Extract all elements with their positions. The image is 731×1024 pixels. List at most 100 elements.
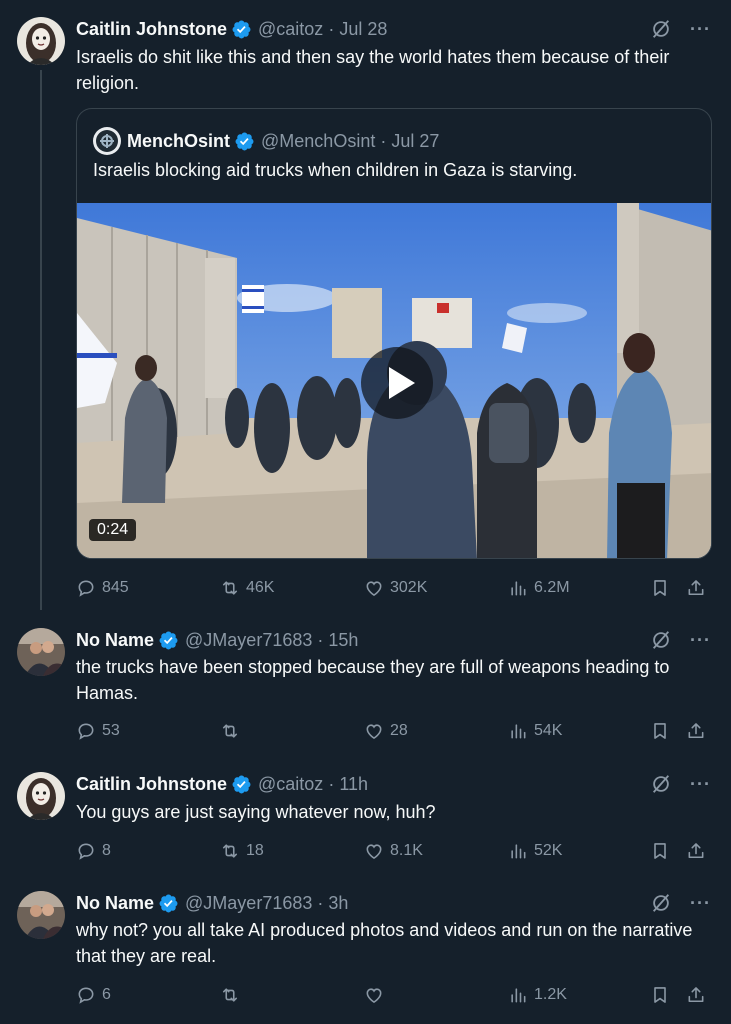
separator: · [380, 130, 387, 151]
views-button[interactable]: 52K [508, 839, 562, 863]
views-button[interactable]: 6.2M [508, 576, 570, 600]
reply-button[interactable]: 8 [76, 839, 111, 863]
avatar[interactable] [17, 628, 65, 676]
quote-timestamp[interactable]: Jul 27 [391, 131, 439, 152]
views-count: 1.2K [534, 986, 567, 1003]
tweet-text: Israelis do shit like this and then say … [76, 47, 670, 93]
video-player[interactable]: 0:24 [77, 203, 711, 558]
share-icon [686, 721, 706, 741]
bookmark-icon [650, 841, 670, 861]
tweet-header: Caitlin Johnstone @caitoz · Jul 28 ··· [76, 18, 711, 40]
tweet-actions: 845 46K 302K 6.2M [76, 576, 717, 600]
separator: · [328, 773, 335, 794]
avatar[interactable] [17, 17, 65, 65]
like-count: 8.1K [390, 842, 423, 859]
like-icon [364, 841, 384, 861]
tweet-text: You guys are just saying whatever now, h… [76, 802, 436, 822]
bookmark-button[interactable] [650, 839, 670, 863]
reply-button[interactable]: 6 [76, 983, 111, 1007]
handle[interactable]: @caitoz [258, 774, 323, 795]
repost-button[interactable]: 46K [220, 576, 274, 600]
more-icon[interactable]: ··· [690, 774, 711, 795]
reply-button[interactable]: 845 [76, 576, 129, 600]
timestamp[interactable]: 11h [339, 774, 368, 795]
views-count: 54K [534, 722, 563, 739]
share-icon [686, 985, 706, 1005]
tweet-header: No Name @JMayer71683 · 3h ··· [76, 892, 711, 914]
share-button[interactable] [686, 839, 706, 863]
like-icon [364, 578, 384, 598]
timestamp[interactable]: 3h [328, 893, 348, 914]
avatar[interactable] [17, 891, 65, 939]
tweet-3[interactable]: Caitlin Johnstone @caitoz · 11h ··· You … [0, 759, 731, 879]
views-icon [508, 985, 528, 1005]
repost-icon [220, 841, 240, 861]
bookmark-icon [650, 578, 670, 598]
repost-icon [220, 578, 240, 598]
grok-icon[interactable] [650, 18, 672, 40]
more-icon[interactable]: ··· [690, 893, 711, 914]
repost-button[interactable] [220, 719, 246, 743]
reply-button[interactable]: 53 [76, 719, 120, 743]
views-button[interactable]: 1.2K [508, 983, 567, 1007]
timestamp[interactable]: Jul 28 [339, 19, 387, 40]
avatar[interactable] [17, 772, 65, 820]
like-button[interactable]: 8.1K [364, 839, 423, 863]
verified-badge-icon [231, 19, 252, 40]
quote-header: MenchOsint @MenchOsint · Jul 27 [93, 127, 439, 155]
share-button[interactable] [686, 719, 706, 743]
like-button[interactable] [364, 983, 390, 1007]
quote-text: Israelis blocking aid trucks when childr… [93, 160, 578, 180]
views-icon [508, 578, 528, 598]
tweet-1[interactable]: Caitlin Johnstone @caitoz · Jul 28 ··· I… [0, 0, 731, 614]
tweet-4[interactable]: No Name @JMayer71683 · 3h ··· why not? y… [0, 879, 731, 1024]
grok-icon[interactable] [650, 892, 672, 914]
separator: · [317, 892, 324, 913]
grok-icon[interactable] [650, 773, 672, 795]
display-name[interactable]: Caitlin Johnstone [76, 774, 227, 795]
share-button[interactable] [686, 576, 706, 600]
video-duration: 0:24 [89, 519, 137, 541]
views-button[interactable]: 54K [508, 719, 562, 743]
bookmark-button[interactable] [650, 576, 670, 600]
share-button[interactable] [686, 983, 706, 1007]
quoted-tweet[interactable]: MenchOsint @MenchOsint · Jul 27 Israelis… [76, 108, 712, 559]
repost-button[interactable]: 18 [220, 839, 264, 863]
quote-avatar[interactable] [93, 127, 121, 155]
more-icon[interactable]: ··· [690, 630, 711, 651]
like-icon [364, 985, 384, 1005]
like-button[interactable]: 28 [364, 719, 408, 743]
reply-count: 8 [102, 842, 111, 859]
views-icon [508, 721, 528, 741]
like-button[interactable]: 302K [364, 576, 427, 600]
play-icon[interactable] [361, 347, 433, 419]
tweet-header: Caitlin Johnstone @caitoz · 11h ··· [76, 773, 711, 795]
verified-badge-icon [158, 893, 179, 914]
display-name[interactable]: Caitlin Johnstone [76, 19, 227, 40]
display-name[interactable]: No Name [76, 893, 154, 914]
timestamp[interactable]: 15h [328, 630, 358, 651]
separator: · [328, 18, 335, 39]
handle[interactable]: @JMayer71683 [185, 630, 312, 651]
reply-count: 53 [102, 722, 120, 739]
more-icon[interactable]: ··· [690, 19, 711, 40]
handle[interactable]: @JMayer71683 [185, 893, 312, 914]
bookmark-icon [650, 985, 670, 1005]
views-count: 6.2M [534, 579, 570, 596]
quote-handle[interactable]: @MenchOsint [261, 131, 375, 152]
bookmark-button[interactable] [650, 719, 670, 743]
like-icon [364, 721, 384, 741]
bookmark-button[interactable] [650, 983, 670, 1007]
handle[interactable]: @caitoz [258, 19, 323, 40]
repost-button[interactable] [220, 983, 246, 1007]
grok-icon[interactable] [650, 629, 672, 651]
repost-count: 18 [246, 842, 264, 859]
quote-display-name[interactable]: MenchOsint [127, 131, 230, 152]
tweet-2[interactable]: No Name @JMayer71683 · 15h ··· the truck… [0, 614, 731, 759]
display-name[interactable]: No Name [76, 630, 154, 651]
tweet-header: No Name @JMayer71683 · 15h ··· [76, 629, 711, 651]
tweet-text: why not? you all take AI produced photos… [76, 920, 693, 966]
bookmark-icon [650, 721, 670, 741]
tweet-actions: 6 1.2K [76, 983, 717, 1007]
separator: · [317, 629, 324, 650]
